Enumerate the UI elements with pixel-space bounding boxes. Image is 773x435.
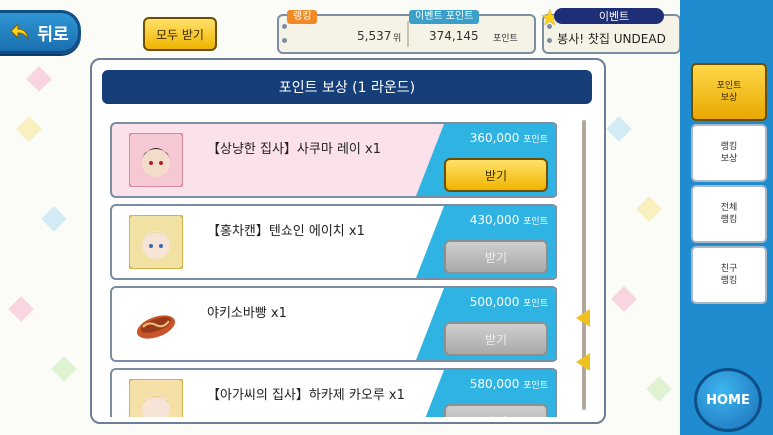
reward-points: 430,000 포인트 bbox=[469, 213, 548, 227]
claim-button-disabled[interactable]: 받기 bbox=[444, 404, 548, 417]
back-label: 뒤로 bbox=[37, 24, 69, 45]
reward-card: 야키소바빵 x1 500,000 포인트 받기 bbox=[110, 286, 557, 362]
reward-title: 【아가씨의 집사】하카제 카오루 x1 bbox=[207, 388, 405, 403]
reward-card: 【상냥한 집사】사쿠마 레이 x1 360,000 포인트 받기 bbox=[110, 122, 557, 198]
card-portrait-eichi bbox=[128, 214, 184, 270]
stats-panel: 랭킹 5,537 위 이벤트 포인트 374,145 포인트 bbox=[277, 10, 536, 54]
panel-title: 포인트 보상 (1 라운드) bbox=[102, 70, 592, 104]
reward-list: 【상냥한 집사】사쿠마 레이 x1 360,000 포인트 받기 【홍차캔】텐쇼… bbox=[107, 122, 557, 417]
claim-button-disabled[interactable]: 받기 bbox=[444, 240, 548, 274]
event-panel: ★ 이벤트 봉사! 찻집 UNDEAD bbox=[540, 6, 681, 54]
ranking-value: 5,537 bbox=[357, 29, 392, 43]
claim-button-disabled[interactable]: 받기 bbox=[444, 322, 548, 356]
card-portrait-kaoru bbox=[128, 378, 184, 417]
back-arrow-icon bbox=[10, 22, 29, 41]
home-button[interactable]: HOME bbox=[694, 368, 762, 432]
tab-point-reward[interactable]: 포인트 보상 bbox=[691, 63, 767, 121]
reward-title: 【상냥한 집사】사쿠마 레이 x1 bbox=[207, 142, 381, 157]
tab-friend-ranking[interactable]: 친구 랭킹 bbox=[691, 246, 767, 304]
claim-all-button[interactable]: 모두 받기 bbox=[143, 17, 217, 51]
reward-panel: 포인트 보상 (1 라운드) 【상냥한 집사】사쿠마 레이 x1 360,000… bbox=[90, 58, 606, 424]
reward-title: 【홍차캔】텐쇼인 에이치 x1 bbox=[207, 224, 365, 239]
reward-points: 500,000 포인트 bbox=[469, 295, 548, 309]
ranking-unit: 위 bbox=[393, 34, 402, 44]
event-tag: 이벤트 bbox=[554, 8, 664, 24]
scroll-up-arrow-icon[interactable] bbox=[576, 309, 590, 327]
ranking-label: 랭킹 bbox=[287, 10, 318, 24]
stats-divider bbox=[407, 21, 409, 47]
event-points-label: 이벤트 포인트 bbox=[409, 10, 480, 24]
reward-title: 야키소바빵 x1 bbox=[207, 306, 287, 321]
reward-card: 【아가씨의 집사】하카제 카오루 x1 580,000 포인트 받기 bbox=[110, 368, 557, 417]
scroll-down-arrow-icon[interactable] bbox=[576, 353, 590, 371]
card-portrait-rei bbox=[128, 132, 184, 188]
tab-ranking-reward[interactable]: 랭킹 보상 bbox=[691, 124, 767, 182]
event-name: 봉사! 찻집 UNDEAD bbox=[557, 32, 666, 46]
reward-points: 580,000 포인트 bbox=[469, 377, 548, 391]
reward-card: 【홍차캔】텐쇼인 에이치 x1 430,000 포인트 받기 bbox=[110, 204, 557, 280]
top-bar: 뒤로 모두 받기 랭킹 5,537 위 이벤트 포인트 374,145 포인트 … bbox=[0, 0, 681, 55]
tab-overall-ranking[interactable]: 전체 랭킹 bbox=[691, 185, 767, 243]
yakisoba-bread-icon bbox=[129, 297, 183, 351]
claim-button[interactable]: 받기 bbox=[444, 158, 548, 192]
event-points-unit: 포인트 bbox=[493, 34, 518, 44]
back-button[interactable]: 뒤로 bbox=[0, 10, 81, 54]
reward-points: 360,000 포인트 bbox=[469, 131, 548, 145]
event-points-value: 374,145 bbox=[429, 29, 479, 43]
